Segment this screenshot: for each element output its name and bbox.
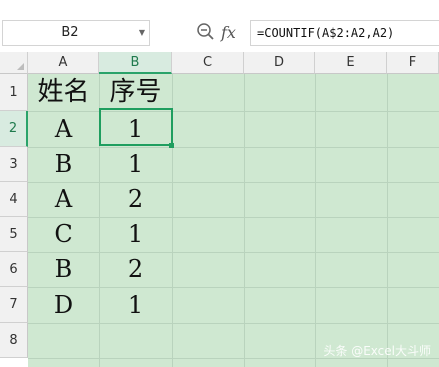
cell-a4[interactable]: A xyxy=(28,182,99,217)
column-header-c[interactable]: C xyxy=(172,52,244,74)
cell-b3[interactable]: 1 xyxy=(99,147,172,182)
cell-b5[interactable]: 1 xyxy=(99,217,172,252)
watermark: 头条 @Excel大斗师 xyxy=(323,344,431,358)
cell-b7[interactable]: 1 xyxy=(99,287,172,323)
cell-selection[interactable] xyxy=(99,108,173,146)
cell-b1[interactable]: 序号 xyxy=(99,74,172,111)
column-header-a[interactable]: A xyxy=(28,52,99,74)
row-header-3[interactable]: 3 xyxy=(0,147,28,182)
row-header-2[interactable]: 2 xyxy=(0,111,28,147)
name-box-value[interactable]: B2 xyxy=(3,21,137,45)
select-all-corner[interactable] xyxy=(0,52,28,74)
chevron-down-icon[interactable]: ▼ xyxy=(139,21,145,45)
cell-a3[interactable]: B xyxy=(28,147,99,182)
formula-input[interactable]: =COUNTIF(A$2:A2,A2) xyxy=(250,20,439,46)
row-header-8[interactable]: 8 xyxy=(0,323,28,358)
column-header-b[interactable]: B xyxy=(99,52,172,74)
cell-a1[interactable]: 姓名 xyxy=(28,74,99,111)
cell-a2[interactable]: A xyxy=(28,111,99,147)
row-header-1[interactable]: 1 xyxy=(0,74,28,111)
row-header-7[interactable]: 7 xyxy=(0,287,28,323)
fill-handle[interactable] xyxy=(169,143,174,148)
column-header-e[interactable]: E xyxy=(315,52,387,74)
name-box[interactable]: B2 ▼ xyxy=(2,20,150,46)
row-header-4[interactable]: 4 xyxy=(0,182,28,217)
cell-b4[interactable]: 2 xyxy=(99,182,172,217)
column-header-f[interactable]: F xyxy=(387,52,439,74)
formula-bar: B2 ▼ fx =COUNTIF(A$2:A2,A2) xyxy=(0,0,439,52)
zoom-icon[interactable] xyxy=(196,22,216,42)
select-all-icon xyxy=(17,63,24,70)
row-header-6[interactable]: 6 xyxy=(0,252,28,287)
cell-a5[interactable]: C xyxy=(28,217,99,252)
row-header-5[interactable]: 5 xyxy=(0,217,28,252)
cell-a6[interactable]: B xyxy=(28,252,99,287)
grid-line xyxy=(28,323,439,324)
fx-icon[interactable]: fx xyxy=(221,20,236,46)
column-header-d[interactable]: D xyxy=(244,52,315,74)
cell-a7[interactable]: D xyxy=(28,287,99,323)
cell-b6[interactable]: 2 xyxy=(99,252,172,287)
